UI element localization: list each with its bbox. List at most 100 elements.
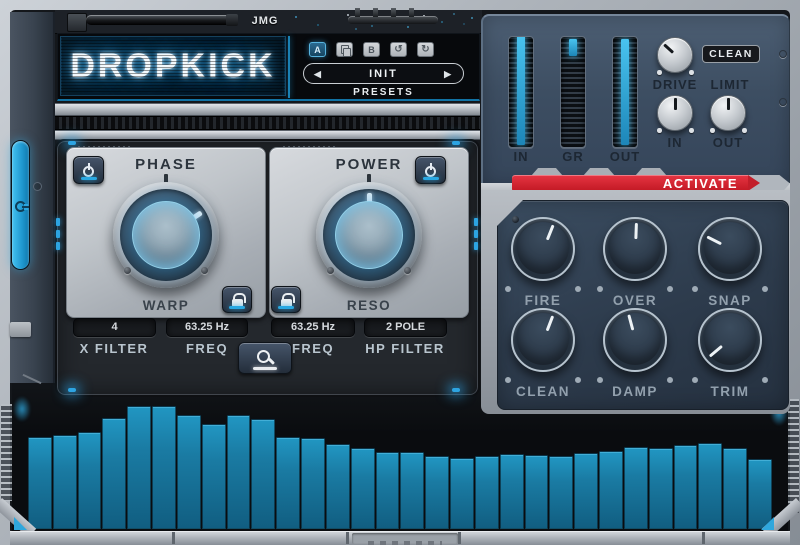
rack-handle-cap: [226, 14, 238, 26]
preset-prev-arrow[interactable]: ◀: [314, 64, 323, 85]
knob-max-dot: [575, 377, 581, 383]
redo-icon: ↻: [421, 45, 429, 55]
meter-gr-fill: [569, 39, 577, 56]
spectrum-bar: [177, 415, 201, 529]
knob-max-dot: [762, 377, 768, 383]
presets-section-label: PRESETS: [303, 87, 464, 98]
knob-pointer: [504, 301, 582, 379]
spectrum-bar: [152, 406, 176, 529]
hp-filter-value[interactable]: 2 POLE: [364, 318, 447, 337]
corner-triangle-bottom-right: [761, 517, 774, 530]
warp-knob[interactable]: [106, 175, 226, 295]
power-icon: [15, 201, 26, 212]
clean-knob[interactable]: CLEAN: [498, 300, 588, 402]
preset-slot-a-button[interactable]: A: [309, 42, 326, 57]
trim-label: TRIM: [685, 384, 775, 399]
knob-min-dot: [597, 286, 603, 292]
power-freq-value[interactable]: 63.25 Hz: [271, 318, 355, 337]
meter-out-label: OUT: [605, 149, 645, 164]
power-lock-button[interactable]: [271, 286, 301, 313]
panel-edge-light: [474, 230, 478, 238]
preset-slot-b-button[interactable]: B: [363, 42, 380, 57]
brand-logo: JMG: [246, 13, 284, 29]
redo-button[interactable]: ↻: [417, 42, 434, 57]
panel-corner-glow: [452, 141, 460, 145]
knob-screw: [201, 267, 208, 274]
spectrum-bar: [649, 448, 673, 529]
panel-screw-hole: [779, 50, 787, 58]
preset-selector[interactable]: ◀ INIT ▶: [303, 63, 464, 84]
trim-knob[interactable]: TRIM: [685, 300, 775, 402]
spectrum-bar: [78, 432, 102, 529]
phase-lock-button[interactable]: [222, 286, 252, 313]
preset-copy-button[interactable]: [336, 42, 353, 57]
phase-freq-value[interactable]: 63.25 Hz: [166, 318, 248, 337]
spectrum-bar: [698, 443, 722, 529]
fire-knob[interactable]: FIRE: [498, 209, 588, 311]
in-knob-label: IN: [647, 135, 703, 150]
spectrum-bar: [674, 445, 698, 529]
magnify-button[interactable]: [238, 342, 292, 374]
reso-knob[interactable]: [309, 175, 429, 295]
preset-slot-b-label: B: [368, 45, 375, 55]
frame-notch: [702, 532, 705, 544]
frame-teeth: [368, 541, 442, 545]
spectrum-bar: [723, 448, 747, 529]
spectrum-bar: [251, 419, 275, 529]
rack-ribs: [55, 116, 480, 130]
preset-next-arrow[interactable]: ▶: [444, 64, 453, 85]
meter-in-label: IN: [501, 149, 541, 164]
clean-label: CLEAN: [498, 384, 588, 399]
power-icon: [83, 166, 94, 177]
master-power-pill[interactable]: [11, 140, 30, 270]
knob-pointer: [690, 209, 771, 290]
limit-mode-display[interactable]: CLEAN: [702, 45, 760, 63]
spectrum-bar: [500, 454, 524, 529]
preset-slot-a-label: A: [314, 45, 321, 55]
over-knob[interactable]: OVER: [590, 209, 680, 311]
knob-body: [603, 217, 667, 281]
spectrum-bar: [525, 455, 549, 529]
knob-body: [698, 217, 762, 281]
snap-knob[interactable]: SNAP: [685, 209, 775, 311]
spectrum-bar: [599, 451, 623, 529]
knob-max-dot: [689, 70, 694, 75]
knob-body: [511, 217, 575, 281]
knob-body: [657, 95, 693, 131]
damp-knob[interactable]: DAMP: [590, 300, 680, 402]
plugin-title-display: DROPKICK: [60, 36, 286, 96]
lock-led: [229, 306, 245, 309]
knob-face: [335, 201, 403, 269]
x-filter-value[interactable]: 4: [73, 318, 156, 337]
spectrum-bar: [276, 437, 300, 529]
panel-corner-glow: [68, 388, 76, 392]
rack-handle-bracket: [67, 13, 87, 32]
copy-pages-icon: [341, 45, 349, 54]
undo-button[interactable]: ↺: [390, 42, 407, 57]
spectrum-bar: [400, 452, 424, 529]
rack-handle2-post: [373, 8, 378, 17]
phase-power-button[interactable]: [73, 156, 104, 184]
frame-notch: [172, 532, 175, 544]
panel-edge-light: [56, 218, 60, 226]
rack-handle2-post: [391, 8, 396, 17]
spectrum-bar: [202, 424, 226, 529]
knob-face: [132, 201, 200, 269]
side-screw-hole: [33, 182, 42, 191]
knob-min-dot: [657, 70, 662, 75]
spectrum-bar: [227, 415, 251, 529]
circuit-speckles: [55, 10, 57, 12]
damp-label: DAMP: [590, 384, 680, 399]
knob-min-dot: [597, 377, 603, 383]
knob-min-dot: [505, 377, 511, 383]
knob-max-dot: [575, 286, 581, 292]
frame-notch: [458, 532, 461, 544]
knob-min-dot: [710, 128, 715, 133]
spectrum-bar: [53, 435, 77, 529]
knob-screw: [404, 267, 411, 274]
header-divider: [288, 36, 290, 98]
lock-led: [278, 306, 294, 309]
undo-icon: ↺: [394, 45, 402, 55]
corner-triangle-bottom-left: [14, 517, 27, 530]
plugin-title: DROPKICK: [70, 47, 275, 86]
